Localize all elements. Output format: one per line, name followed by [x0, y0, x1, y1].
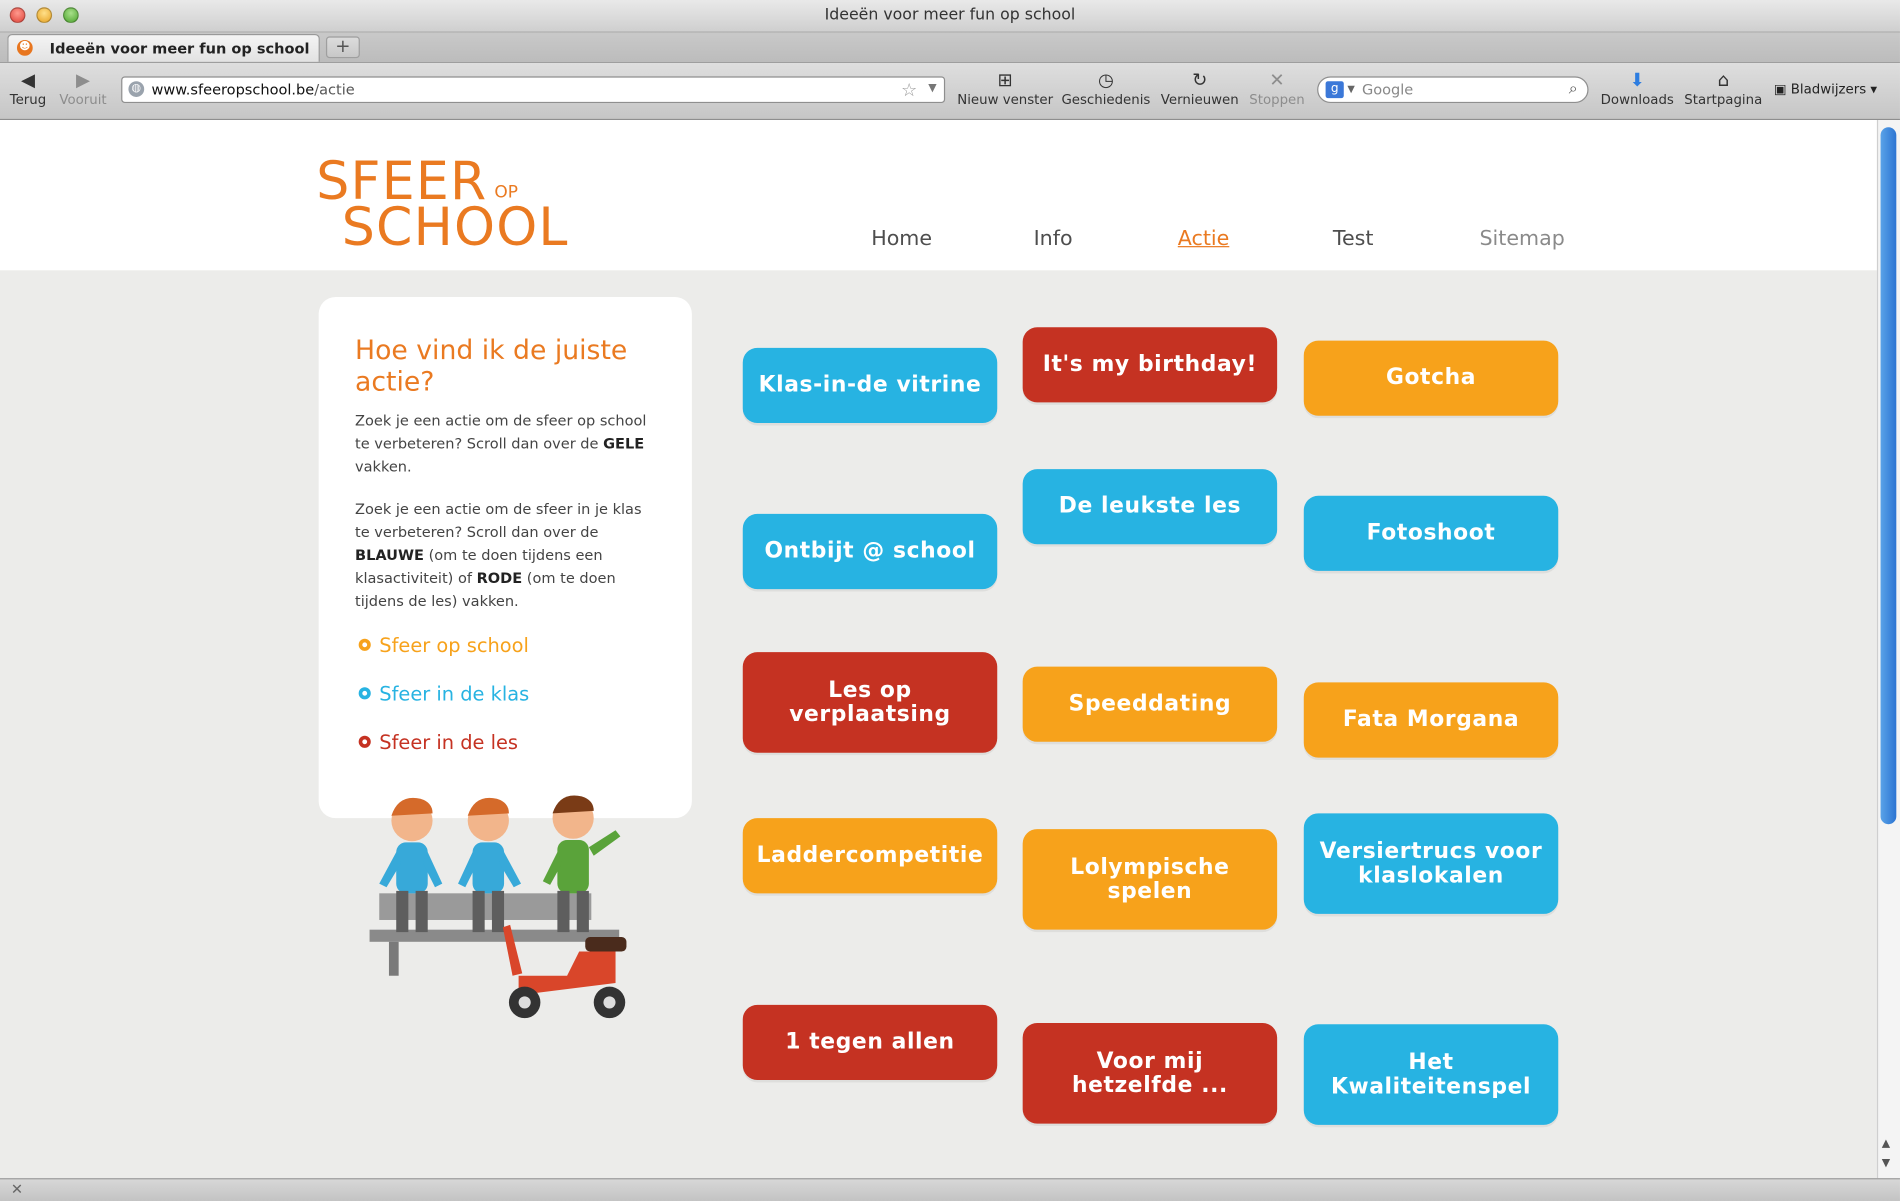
legend-sfeer-in-de-klas[interactable]: Sfeer in de klas — [358, 682, 529, 705]
new-window-button[interactable]: ⊞ Nieuw venster — [957, 68, 1053, 108]
new-window-icon: ⊞ — [997, 69, 1013, 91]
reload-icon: ↻ — [1192, 69, 1208, 91]
stop-button[interactable]: ✕ Stoppen — [1249, 68, 1304, 108]
history-label: Geschiedenis — [1061, 92, 1151, 108]
window-title: Ideeën voor meer fun op school — [824, 6, 1076, 25]
new-tab-button[interactable]: + — [325, 36, 360, 59]
history-button[interactable]: ◷ Geschiedenis — [1061, 68, 1150, 108]
nav-info[interactable]: Info — [1034, 227, 1073, 251]
downloads-button[interactable]: ⬇ Downloads — [1601, 68, 1674, 108]
bookmark-star-icon[interactable]: ☆ — [901, 79, 917, 101]
search-icon[interactable]: ⌕ — [1569, 80, 1578, 98]
stop-icon: ✕ — [1269, 69, 1285, 91]
scroll-up-arrow-icon[interactable]: ▲ — [1882, 1138, 1890, 1150]
scrollbar-thumb[interactable] — [1880, 127, 1897, 825]
help-paragraph-1: Zoek je een actie om de sfeer op school … — [355, 412, 647, 476]
url-text: www.sfeeropschool.be/actie — [151, 81, 354, 98]
bullet-icon — [358, 638, 371, 651]
window-titlebar: Ideeën voor meer fun op school — [0, 0, 1900, 33]
tile-fotoshoot[interactable]: Fotoshoot — [1303, 495, 1559, 571]
scroll-down-arrow-icon[interactable]: ▼ — [1882, 1158, 1890, 1170]
help-title: Hoe vind ik de juiste actie? — [355, 335, 628, 398]
tile-gotcha[interactable]: Gotcha — [1303, 340, 1559, 416]
vertical-scrollbar[interactable]: ▲ ▼ — [1876, 119, 1900, 1179]
reload-label: Vernieuwen — [1160, 92, 1239, 108]
search-engine-dropdown-icon[interactable]: ▼ — [1347, 84, 1354, 95]
help-panel: Hoe vind ik de juiste actie? Zoek je een… — [318, 296, 692, 819]
nav-actie[interactable]: Actie — [1178, 227, 1230, 251]
nav-test[interactable]: Test — [1333, 227, 1374, 251]
tile-lolympische-spelen[interactable]: Lolympische spelen — [1022, 829, 1278, 930]
stop-label: Stoppen — [1249, 92, 1305, 108]
web-page: SFEER OP SCHOOL Home Info Actie Test Sit… — [0, 119, 1877, 1179]
search-field[interactable]: g ▼ Google ⌕ — [1317, 76, 1589, 104]
tile-versiertrucs-voor-klaslokalen[interactable]: Versiertrucs voor klaslokalen — [1303, 813, 1559, 914]
chevron-down-icon: ▾ — [1870, 81, 1878, 97]
tile-de-leukste-les[interactable]: De leukste les — [1022, 469, 1278, 545]
home-button[interactable]: ⌂ Startpagina — [1684, 68, 1762, 108]
tile-klas-in-de-vitrine[interactable]: Klas-in-de vitrine — [742, 347, 998, 424]
home-icon: ⌂ — [1717, 69, 1730, 91]
url-host: www.sfeeropschool.be — [151, 81, 315, 99]
browser-tab[interactable]: ☻ Ideeën voor meer fun op school — [7, 33, 320, 62]
download-arrow-icon: ⬇ — [1629, 69, 1645, 91]
nav-sitemap[interactable]: Sitemap — [1479, 227, 1564, 251]
bullet-icon — [358, 735, 371, 748]
tile-fata-morgana[interactable]: Fata Morgana — [1303, 682, 1559, 758]
forward-button[interactable]: ▶ Vooruit — [59, 68, 106, 108]
url-dropdown-icon[interactable]: ▼ — [928, 82, 936, 94]
forward-arrow-icon: ▶ — [75, 69, 90, 91]
tile-laddercompetitie[interactable]: Laddercompetitie — [742, 818, 998, 894]
legend-sfeer-op-school[interactable]: Sfeer op school — [358, 634, 529, 657]
clock-icon: ◷ — [1097, 69, 1114, 91]
site-identity-icon: ◍ — [128, 81, 145, 97]
back-button[interactable]: ◀ Terug — [10, 68, 46, 108]
site-header: SFEER OP SCHOOL Home Info Actie Test Sit… — [0, 119, 1877, 271]
reload-button[interactable]: ↻ Vernieuwen — [1161, 68, 1239, 108]
bookmarks-menu[interactable]: ▣ Bladwijzers ▾ — [1774, 81, 1877, 97]
bookmarks-label: Bladwijzers — [1790, 81, 1867, 97]
url-path: /actie — [314, 81, 355, 99]
bullet-icon — [358, 687, 371, 700]
address-bar[interactable]: ◍ www.sfeeropschool.be/actie ☆ ▼ — [121, 76, 946, 104]
bookmarks-icon: ▣ — [1773, 81, 1787, 97]
help-paragraph-2: Zoek je een actie om de sfeer in je klas… — [355, 500, 642, 610]
browser-toolbar: ◀ Terug ▶ Vooruit ◍ www.sfeeropschool.be… — [0, 63, 1900, 120]
logo-line-2: SCHOOL — [341, 197, 569, 259]
legend-sfeer-in-de-les[interactable]: Sfeer in de les — [358, 731, 518, 754]
tile-het-kwaliteitenspel[interactable]: Het Kwaliteitenspel — [1303, 1024, 1559, 1125]
downloads-label: Downloads — [1600, 92, 1674, 108]
forward-label: Vooruit — [59, 92, 107, 108]
status-bar: ✕ — [0, 1178, 1900, 1201]
kids-on-bench-illustration — [369, 795, 627, 1019]
tile-1-tegen-allen[interactable]: 1 tegen allen — [742, 1004, 998, 1080]
tile-ontbijt-at-school[interactable]: Ontbijt @ school — [742, 513, 998, 590]
back-label: Terug — [9, 92, 47, 108]
tab-bar: ☻ Ideeën voor meer fun op school + — [0, 32, 1900, 64]
search-placeholder: Google — [1361, 81, 1414, 99]
new-window-label: Nieuw venster — [957, 92, 1054, 108]
close-icon[interactable]: ✕ — [11, 1181, 23, 1198]
tile-voor-mij-hetzelfde[interactable]: Voor mij hetzelfde ... — [1022, 1023, 1278, 1124]
tile-speeddating[interactable]: Speeddating — [1022, 666, 1278, 742]
favicon-icon: ☻ — [16, 39, 33, 56]
back-arrow-icon: ◀ — [20, 69, 35, 91]
tile-les-op-verplaatsing[interactable]: Les op verplaatsing — [742, 652, 998, 753]
tab-title: Ideeën voor meer fun op school — [49, 39, 310, 57]
tile-its-my-birthday[interactable]: It's my birthday! — [1022, 327, 1278, 403]
google-search-engine-icon[interactable]: g — [1325, 81, 1344, 99]
home-label: Startpagina — [1684, 92, 1763, 108]
nav-home[interactable]: Home — [871, 227, 932, 251]
